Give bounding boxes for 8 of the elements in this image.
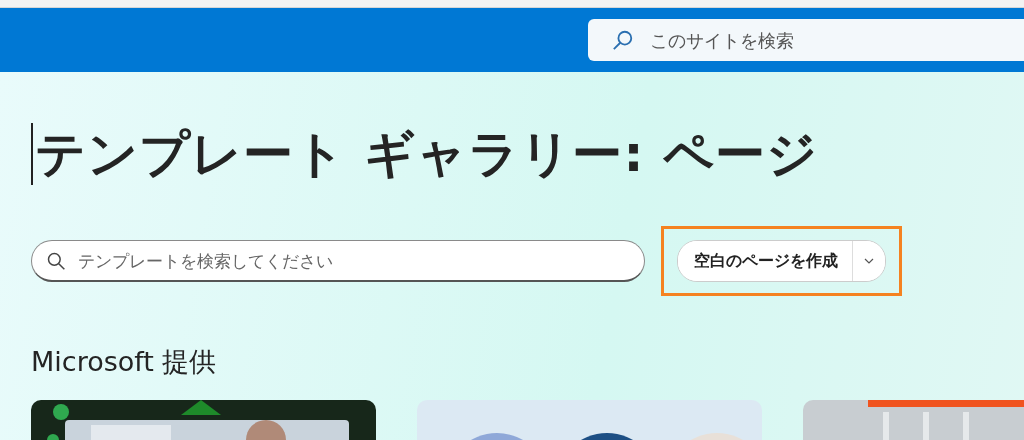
search-icon [46,251,66,271]
template-search-field[interactable]: テンプレートを検索してください [31,240,645,282]
site-search-field[interactable]: このサイトを検索 [588,19,1024,61]
page-title[interactable]: テンプレート ギャラリー: ページ [35,120,818,188]
create-page-button[interactable]: 空白のページを作成 [678,241,853,281]
search-icon [612,29,634,51]
caret-icon [864,258,874,264]
section-heading: Microsoft 提供 [31,345,218,379]
